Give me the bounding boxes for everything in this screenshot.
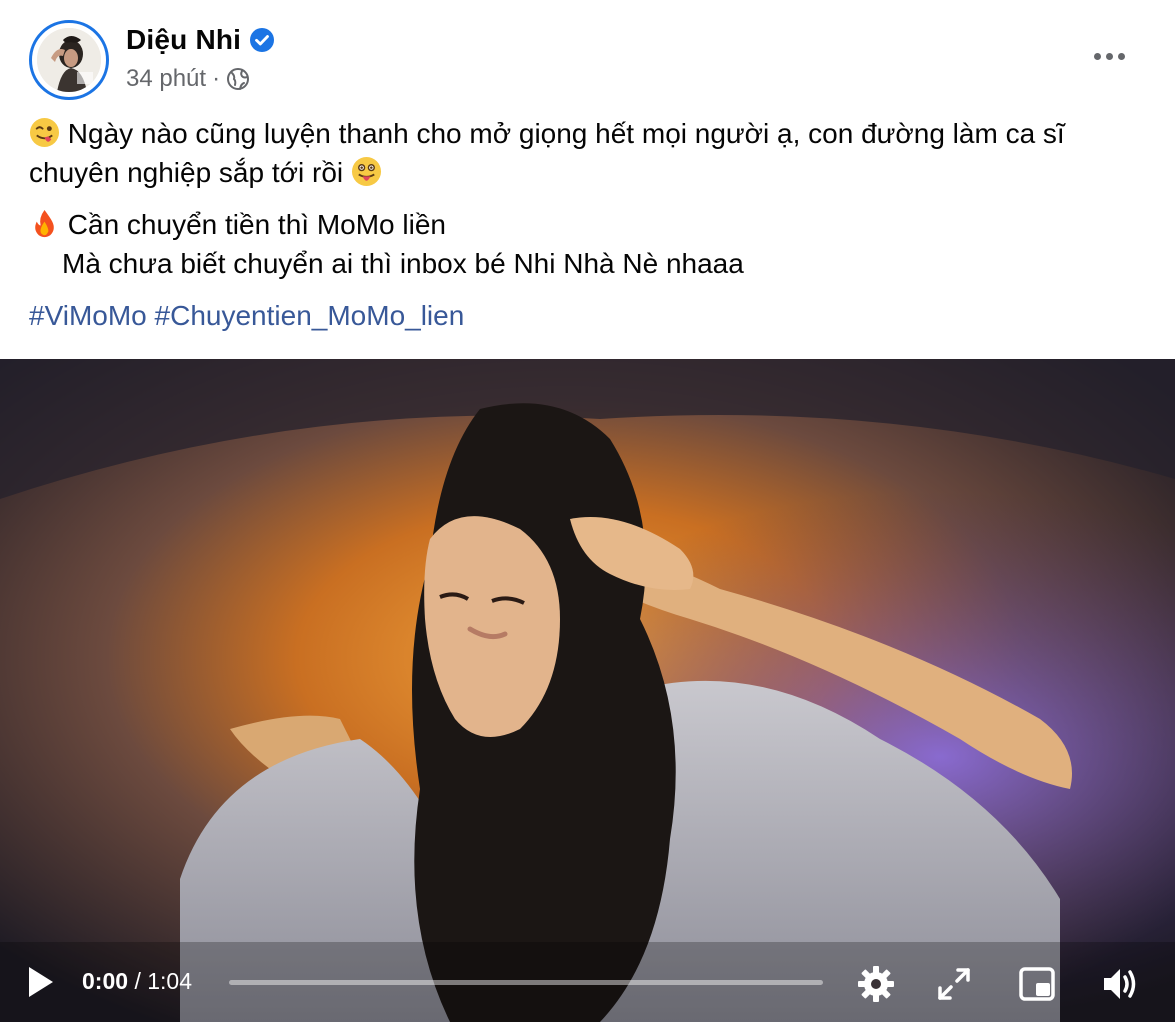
post-line-2: Cần chuyển tiền thì MoMo liền	[67, 209, 446, 240]
meta-separator: ·	[212, 65, 221, 92]
verified-badge-icon	[250, 28, 275, 52]
author-name[interactable]: Diệu Nhi	[126, 24, 241, 56]
time-separator: /	[134, 968, 141, 994]
dot	[1105, 52, 1113, 60]
video-player[interactable]: 0:00 / 1:04	[0, 359, 1175, 1022]
video-controls: 0:00 / 1:04	[0, 942, 1175, 1022]
post-header: Diệu Nhi 34 phút ·	[0, 0, 1175, 110]
post-paragraph-1: Ngày nào cũng luyện thanh cho mở giọng h…	[29, 114, 1149, 192]
post-timestamp[interactable]: 34 phút	[126, 65, 206, 93]
duration: 1:04	[147, 968, 192, 994]
hashtag-link[interactable]: #ViMoMo	[29, 300, 147, 331]
picture-in-picture-icon[interactable]	[1017, 964, 1057, 1004]
post-paragraph-2: Cần chuyển tiền thì MoMo liền Mà chưa bi…	[29, 205, 1149, 283]
hashtag-link[interactable]: #Chuyentien_MoMo_lien	[155, 300, 465, 331]
dot	[1093, 52, 1101, 60]
fullscreen-icon[interactable]	[934, 964, 974, 1004]
avatar-image	[37, 28, 101, 92]
post-meta: 34 phút ·	[126, 64, 250, 94]
video-time: 0:00 / 1:04	[82, 966, 192, 996]
progress-bar[interactable]	[229, 980, 823, 985]
fire-emoji-icon	[35, 209, 54, 238]
play-icon[interactable]	[26, 964, 56, 1000]
video-frame	[0, 359, 1175, 1022]
avatar[interactable]	[29, 20, 109, 100]
post-line-1: Ngày nào cũng luyện thanh cho mở giọng h…	[29, 118, 1065, 188]
gear-icon[interactable]	[856, 964, 896, 1004]
dot	[1117, 52, 1125, 60]
tongue-emoji-icon	[351, 156, 381, 187]
author-row: Diệu Nhi	[126, 22, 275, 58]
post-hashtags: #ViMoMo #Chuyentien_MoMo_lien	[29, 296, 1149, 335]
post-text: Ngày nào cũng luyện thanh cho mở giọng h…	[29, 114, 1149, 335]
post-line-3: Mà chưa biết chuyển ai thì inbox bé Nhi …	[62, 248, 744, 279]
volume-icon[interactable]	[1100, 964, 1140, 1004]
winking-tongue-emoji-icon	[29, 117, 60, 148]
current-time: 0:00	[82, 968, 129, 994]
more-options-button[interactable]	[1086, 40, 1132, 72]
globe-icon[interactable]	[226, 67, 250, 91]
